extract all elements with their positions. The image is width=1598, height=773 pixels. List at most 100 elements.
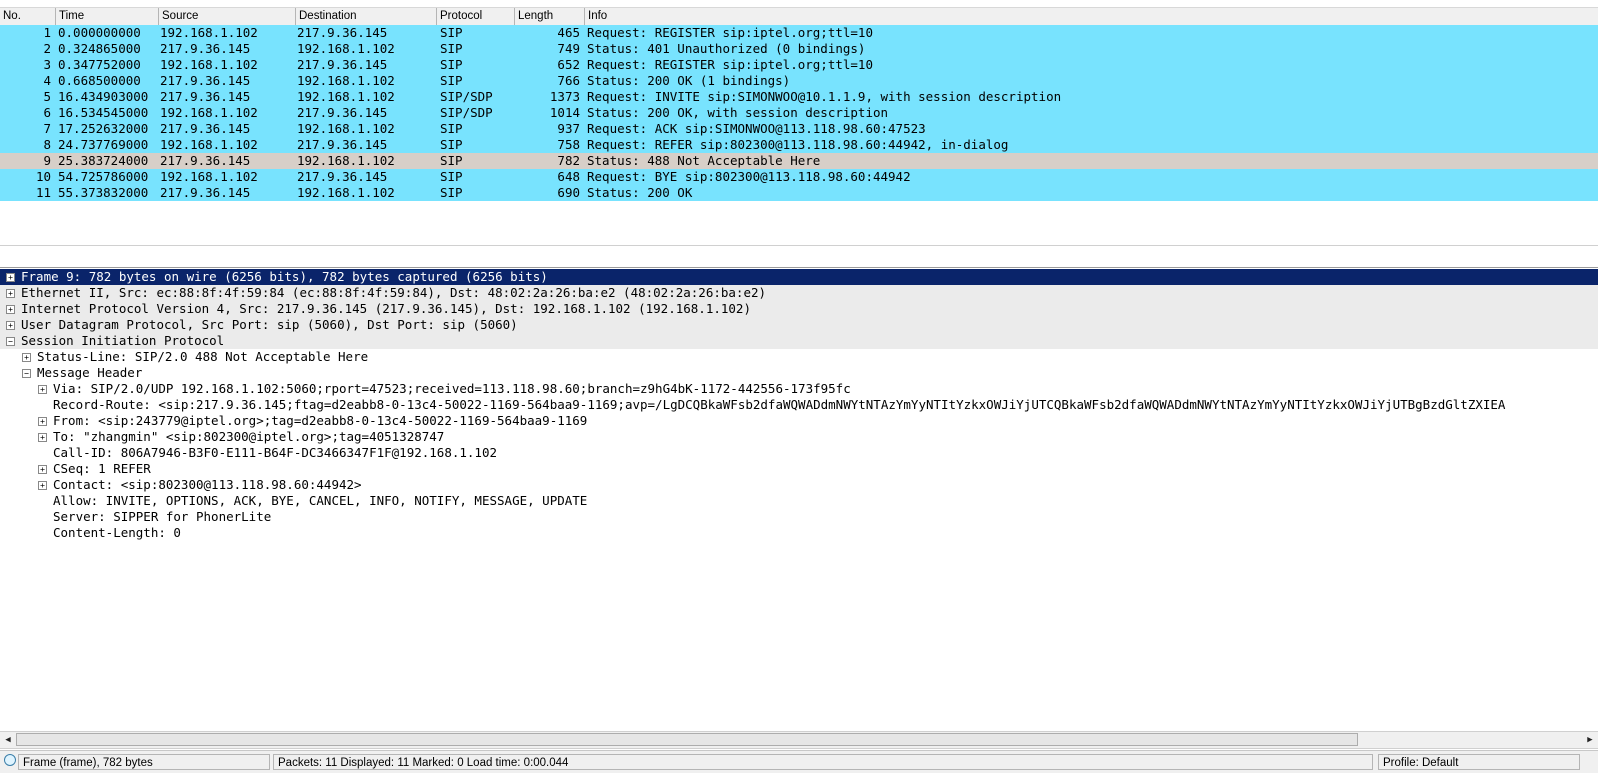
packet-details-pane[interactable]: + Frame 9: 782 bytes on wire (6256 bits),… xyxy=(0,267,1598,732)
packet-row[interactable]: 1 0.000000000 192.168.1.102 217.9.36.145 SIP… xyxy=(0,25,1598,41)
detail-tree-item[interactable]: + Contact: <sip:802300@113.118.98.60:4494… xyxy=(0,477,1598,493)
detail-tree-label: Message Header xyxy=(37,365,143,380)
packet-info: Status: 200 OK xyxy=(587,185,693,200)
detail-tree-item[interactable]: Content-Length: 0 xyxy=(0,525,1598,541)
packet-time: 0.668500000 xyxy=(58,73,141,88)
scrollbar-thumb[interactable] xyxy=(16,733,1358,746)
packet-destination: 217.9.36.145 xyxy=(297,105,388,120)
packet-source: 192.168.1.102 xyxy=(160,25,258,40)
detail-tree-label: To: "zhangmin" <sip:802300@iptel.org>;ta… xyxy=(53,429,445,444)
packet-row[interactable]: 8 24.737769000 192.168.1.102 217.9.36.145 SI… xyxy=(0,137,1598,153)
details-hscrollbar[interactable]: ◀ ▶ xyxy=(0,731,1598,749)
packet-source: 192.168.1.102 xyxy=(160,137,258,152)
packet-row[interactable]: 10 54.725786000 192.168.1.102 217.9.36.145 S… xyxy=(0,169,1598,185)
detail-tree-item[interactable]: + Frame 9: 782 bytes on wire (6256 bits),… xyxy=(0,269,1598,285)
detail-tree-item[interactable]: Call-ID: 806A7946-B3F0-E111-B64F-DC34663… xyxy=(0,445,1598,461)
detail-tree-label: Ethernet II, Src: ec:88:8f:4f:59:84 (ec:… xyxy=(21,285,767,300)
expert-info-icon[interactable] xyxy=(4,754,16,766)
scroll-left-arrow-icon[interactable]: ◀ xyxy=(0,732,16,748)
packet-source: 217.9.36.145 xyxy=(160,121,251,136)
detail-tree-label: Server: SIPPER for PhonerLite xyxy=(53,509,272,524)
column-header-destination[interactable]: Destination xyxy=(296,8,437,25)
packet-time: 17.252632000 xyxy=(58,121,149,136)
detail-tree-label: Status-Line: SIP/2.0 488 Not Acceptable … xyxy=(37,349,369,364)
column-header-source[interactable]: Source xyxy=(159,8,296,25)
packet-length: 465 xyxy=(557,25,580,40)
packet-destination: 192.168.1.102 xyxy=(297,121,395,136)
expand-icon[interactable]: + xyxy=(22,353,31,362)
packet-row[interactable]: 7 17.252632000 217.9.36.145 192.168.1.102 SI… xyxy=(0,121,1598,137)
status-profile[interactable]: Profile: Default xyxy=(1378,754,1580,770)
collapse-icon[interactable]: − xyxy=(22,369,31,378)
packet-number: 9 xyxy=(43,153,51,168)
packet-protocol: SIP/SDP xyxy=(440,89,493,104)
packet-list-pane[interactable]: No. Time Source Destination Protocol Len… xyxy=(0,0,1598,246)
packet-info: Status: 200 OK (1 bindings) xyxy=(587,73,791,88)
packet-number: 5 xyxy=(43,89,51,104)
packet-destination: 217.9.36.145 xyxy=(297,57,388,72)
packet-protocol: SIP xyxy=(440,73,463,88)
packet-row[interactable]: 4 0.668500000 217.9.36.145 192.168.1.102 SIP… xyxy=(0,73,1598,89)
expand-icon[interactable]: + xyxy=(38,417,47,426)
column-header-no[interactable]: No. xyxy=(0,8,56,25)
detail-tree-item[interactable]: + From: <sip:243779@iptel.org>;tag=d2eabb… xyxy=(0,413,1598,429)
packet-row[interactable]: 3 0.347752000 192.168.1.102 217.9.36.145 SIP… xyxy=(0,57,1598,73)
detail-tree-label: Via: SIP/2.0/UDP 192.168.1.102:5060;rpor… xyxy=(53,381,851,396)
detail-tree-item[interactable]: + Ethernet II, Src: ec:88:8f:4f:59:84 (ec… xyxy=(0,285,1598,301)
detail-tree-item[interactable]: Record-Route: <sip:217.9.36.145;ftag=d2e… xyxy=(0,397,1598,413)
detail-tree-label: Content-Length: 0 xyxy=(53,525,181,540)
column-header-info[interactable]: Info xyxy=(585,8,1598,25)
detail-tree-item[interactable]: − Session Initiation Protocol xyxy=(0,333,1598,349)
detail-tree-item[interactable]: − Message Header xyxy=(0,365,1598,381)
scroll-right-arrow-icon[interactable]: ▶ xyxy=(1582,732,1598,748)
packet-time: 0.000000000 xyxy=(58,25,141,40)
packet-row[interactable]: 6 16.534545000 192.168.1.102 217.9.36.145 SI… xyxy=(0,105,1598,121)
expand-icon[interactable]: + xyxy=(6,289,15,298)
packet-number: 10 xyxy=(35,169,51,184)
packet-number: 8 xyxy=(43,137,51,152)
detail-tree-item[interactable]: + Status-Line: SIP/2.0 488 Not Acceptable… xyxy=(0,349,1598,365)
expand-icon[interactable]: + xyxy=(6,273,15,282)
column-header-protocol[interactable]: Protocol xyxy=(437,8,515,25)
packet-protocol: SIP xyxy=(440,169,463,184)
detail-tree-item[interactable]: + Via: SIP/2.0/UDP 192.168.1.102:5060;rpo… xyxy=(0,381,1598,397)
expand-icon[interactable]: + xyxy=(38,481,47,490)
expand-icon[interactable]: + xyxy=(6,321,15,330)
packet-protocol: SIP xyxy=(440,153,463,168)
detail-tree-item[interactable]: + CSeq: 1 REFER xyxy=(0,461,1598,477)
expand-icon[interactable]: + xyxy=(38,385,47,394)
detail-tree-item[interactable]: + Internet Protocol Version 4, Src: 217.9… xyxy=(0,301,1598,317)
detail-tree-item[interactable]: + User Datagram Protocol, Src Port: sip (… xyxy=(0,317,1598,333)
packet-row[interactable]: 5 16.434903000 217.9.36.145 192.168.1.102 SI… xyxy=(0,89,1598,105)
packet-number: 2 xyxy=(43,41,51,56)
detail-tree-item[interactable]: Allow: INVITE, OPTIONS, ACK, BYE, CANCEL… xyxy=(0,493,1598,509)
packet-row[interactable]: 9 25.383724000 217.9.36.145 192.168.1.102 SI… xyxy=(0,153,1598,169)
expand-icon[interactable]: + xyxy=(38,433,47,442)
packet-protocol: SIP xyxy=(440,41,463,56)
expand-icon[interactable]: + xyxy=(6,305,15,314)
packet-row[interactable]: 2 0.324865000 217.9.36.145 192.168.1.102 SIP… xyxy=(0,41,1598,57)
detail-tree-label: Record-Route: <sip:217.9.36.145;ftag=d2e… xyxy=(53,397,1506,412)
collapse-icon[interactable]: − xyxy=(6,337,15,346)
detail-tree-label: Internet Protocol Version 4, Src: 217.9.… xyxy=(21,301,751,316)
packet-row[interactable]: 11 55.373832000 217.9.36.145 192.168.1.102 S… xyxy=(0,185,1598,201)
packet-number: 1 xyxy=(43,25,51,40)
column-header-length[interactable]: Length xyxy=(515,8,585,25)
column-header-time[interactable]: Time xyxy=(56,8,159,25)
packet-info: Request: REGISTER sip:iptel.org;ttl=10 xyxy=(587,25,873,40)
packet-number: 7 xyxy=(43,121,51,136)
packet-number: 4 xyxy=(43,73,51,88)
detail-tree-item[interactable]: Server: SIPPER for PhonerLite xyxy=(0,509,1598,525)
packet-protocol: SIP xyxy=(440,185,463,200)
packet-destination: 217.9.36.145 xyxy=(297,169,388,184)
packet-destination: 192.168.1.102 xyxy=(297,73,395,88)
status-bar: Frame (frame), 782 bytes Packets: 11 Dis… xyxy=(0,750,1598,773)
packet-protocol: SIP xyxy=(440,121,463,136)
expand-icon[interactable]: + xyxy=(38,465,47,474)
packet-source: 217.9.36.145 xyxy=(160,153,251,168)
packet-length: 690 xyxy=(557,185,580,200)
detail-tree-label: CSeq: 1 REFER xyxy=(53,461,151,476)
packet-time: 55.373832000 xyxy=(58,185,149,200)
packet-list-hscrollbar[interactable]: ◀ ▶ xyxy=(0,245,1598,246)
detail-tree-item[interactable]: + To: "zhangmin" <sip:802300@iptel.org>;t… xyxy=(0,429,1598,445)
